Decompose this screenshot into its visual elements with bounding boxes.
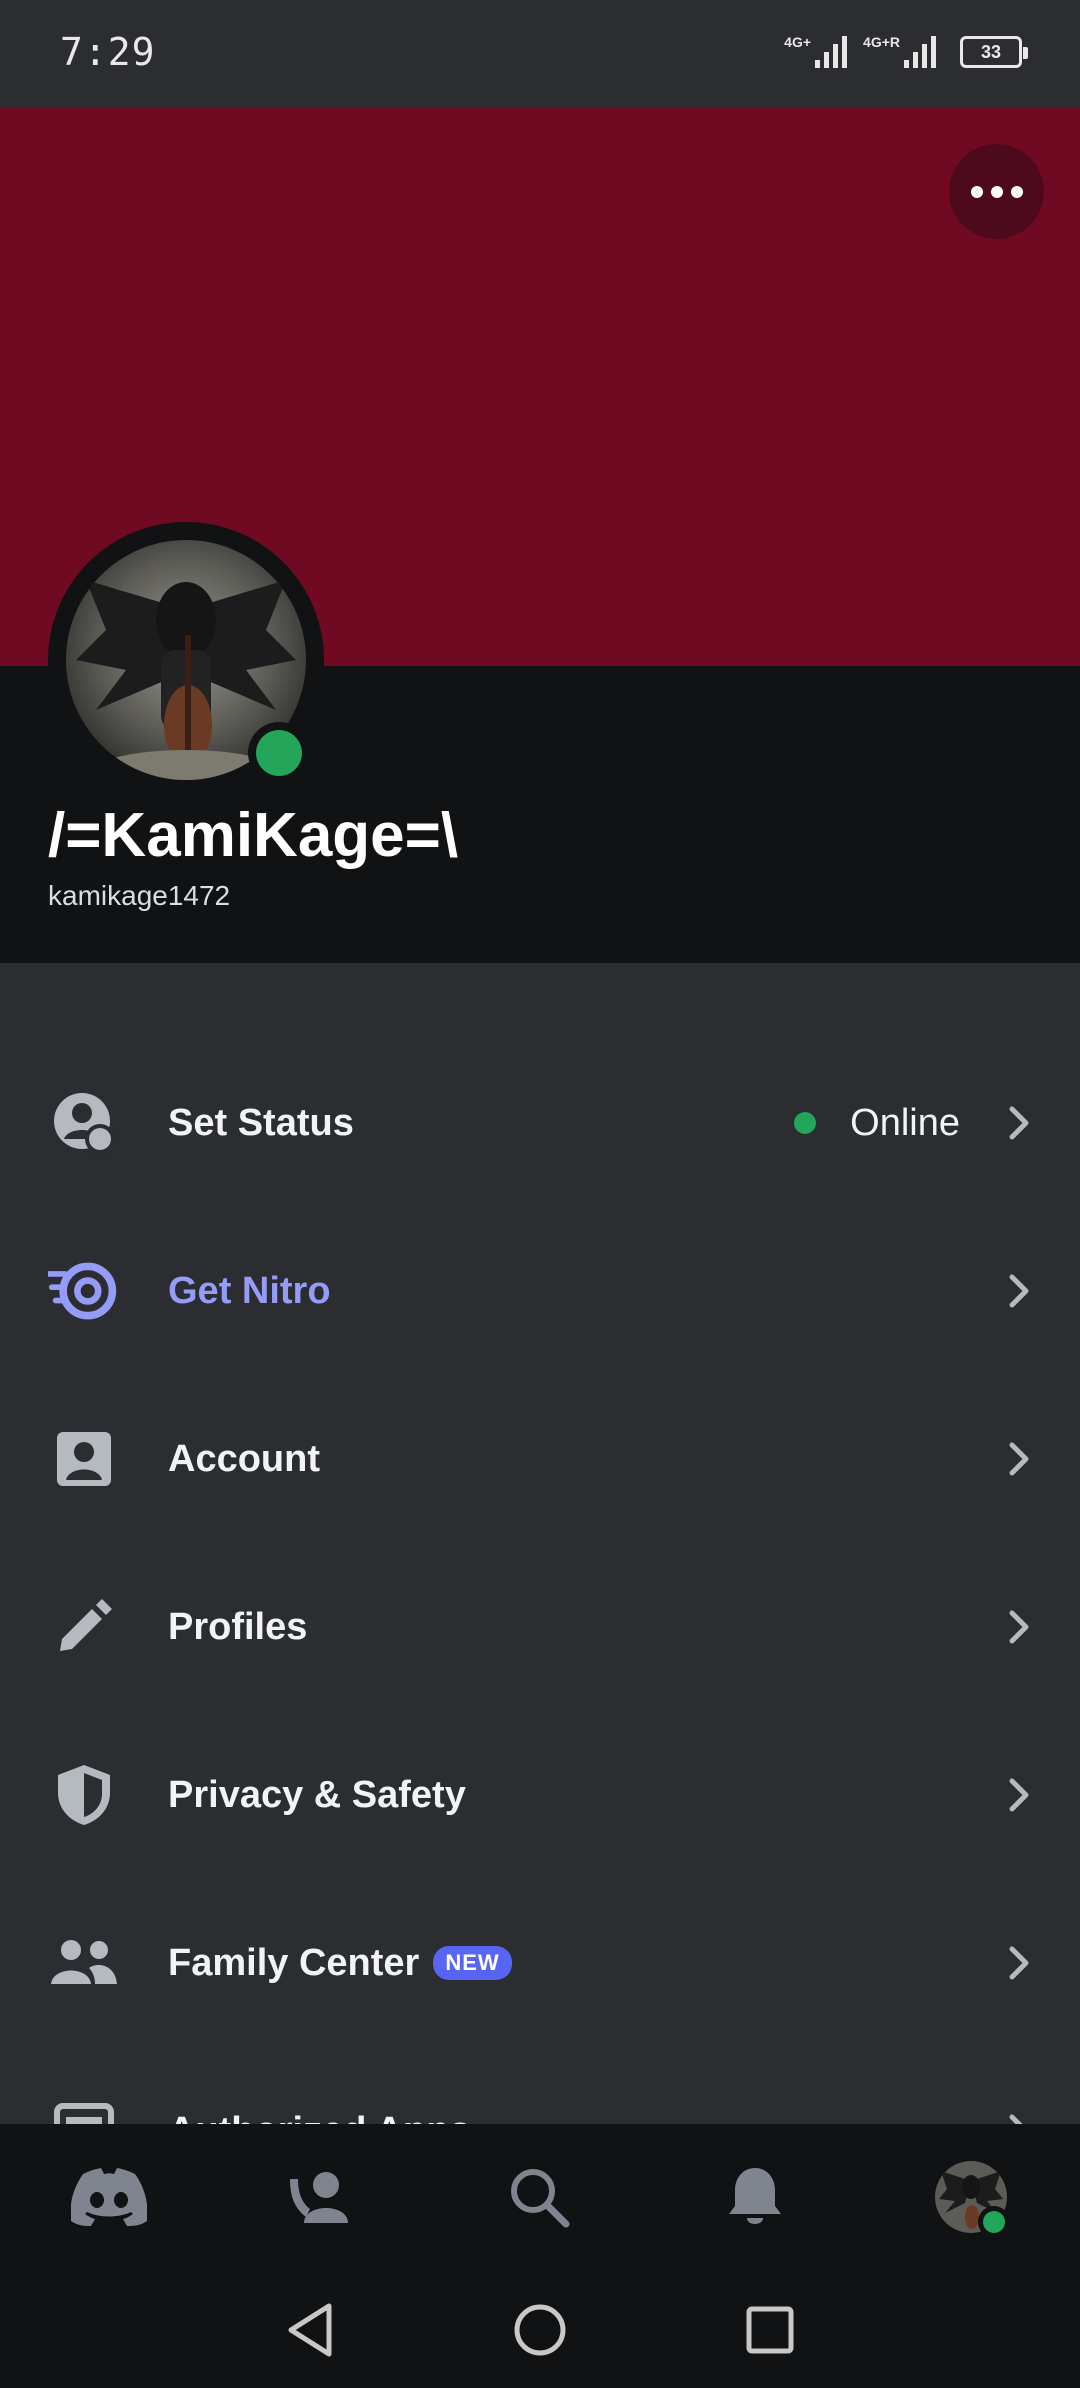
nitro-icon <box>48 1255 120 1327</box>
shield-icon <box>48 1759 120 1831</box>
recents-button[interactable] <box>738 2298 802 2362</box>
family-icon <box>48 1927 120 1999</box>
more-dot <box>1010 185 1023 198</box>
settings-item-authorized-apps[interactable]: Authorized Apps <box>0 2047 1080 2124</box>
back-button[interactable] <box>278 2298 342 2362</box>
signal-icon-2 <box>904 36 936 68</box>
notifications-icon <box>729 2168 781 2224</box>
battery-icon: 33 <box>960 36 1028 68</box>
network-label-1: 4G+ <box>784 34 812 50</box>
status-value: Online <box>794 1102 960 1145</box>
chevron-right-icon <box>1009 1946 1029 1980</box>
new-badge: NEW <box>433 1946 512 1980</box>
nav-friends[interactable] <box>274 2152 364 2242</box>
settings-item-account[interactable]: Account <box>0 1375 1080 1543</box>
settings-item-label: Get Nitro <box>168 1269 331 1312</box>
discord-home-icon <box>71 2168 147 2226</box>
chevron-right-icon <box>1009 1106 1029 1140</box>
friends-icon <box>290 2172 348 2223</box>
settings-item-get-nitro[interactable]: Get Nitro <box>0 1207 1080 1375</box>
back-icon <box>288 2303 332 2357</box>
chevron-right-icon <box>1009 1778 1029 1812</box>
family-center-text: Family Center <box>168 1941 420 1984</box>
settings-item-label: Authorized Apps <box>168 2110 471 2125</box>
home-button[interactable] <box>508 2298 572 2362</box>
status-bar: 7:29 4G+ 4G+R 33 <box>0 0 1080 108</box>
search-icon <box>511 2169 570 2228</box>
settings-item-label: Privacy & Safety <box>168 1773 466 1816</box>
pencil-icon <box>48 1591 120 1663</box>
chevron-right-icon <box>1009 1442 1029 1476</box>
online-dot <box>794 1112 817 1134</box>
recents-icon <box>746 2306 794 2354</box>
signal-icon <box>815 36 848 68</box>
account-icon <box>48 1423 120 1495</box>
more-dot <box>970 185 983 198</box>
settings-item-privacy-safety[interactable]: Privacy & Safety <box>0 1711 1080 1879</box>
system-nav-bar <box>0 2272 1080 2388</box>
settings-list: Set Status Online Get Nitro Account Prof… <box>0 963 1080 2124</box>
settings-item-label: Family Center NEW <box>168 1942 512 1985</box>
more-dot <box>990 185 1003 198</box>
presence-indicator <box>248 722 310 784</box>
nav-presence-indicator <box>978 2206 1010 2238</box>
settings-item-set-status[interactable]: Set Status Online <box>0 1039 1080 1207</box>
nav-search[interactable] <box>494 2152 584 2242</box>
status-icon <box>48 1087 120 1159</box>
network-label-2: 4G+R <box>863 34 900 50</box>
settings-item-label: Account <box>168 1437 320 1480</box>
bottom-nav <box>0 2124 1080 2272</box>
chevron-right-icon <box>1009 1610 1029 1644</box>
more-options-button[interactable] <box>949 144 1044 239</box>
nav-home[interactable] <box>64 2152 154 2242</box>
status-time: 7:29 <box>60 30 156 74</box>
chevron-right-icon <box>1009 2114 1023 2124</box>
chevron-right-icon <box>1009 1274 1029 1308</box>
nav-notifications[interactable] <box>710 2152 800 2242</box>
settings-item-profiles[interactable]: Profiles <box>0 1543 1080 1711</box>
status-text: Online <box>850 1101 960 1144</box>
settings-item-family-center[interactable]: Family Center NEW <box>0 1879 1080 2047</box>
status-icons: 4G+ 4G+R 33 <box>784 30 1028 74</box>
display-name: /=KamiKage=\ <box>48 801 459 870</box>
apps-icon <box>48 2095 120 2124</box>
home-circle-icon <box>514 2304 566 2356</box>
settings-item-label: Set Status <box>168 1101 354 1144</box>
settings-item-label: Profiles <box>168 1605 308 1648</box>
username: kamikage1472 <box>48 880 231 911</box>
battery-level: 33 <box>980 41 1002 62</box>
